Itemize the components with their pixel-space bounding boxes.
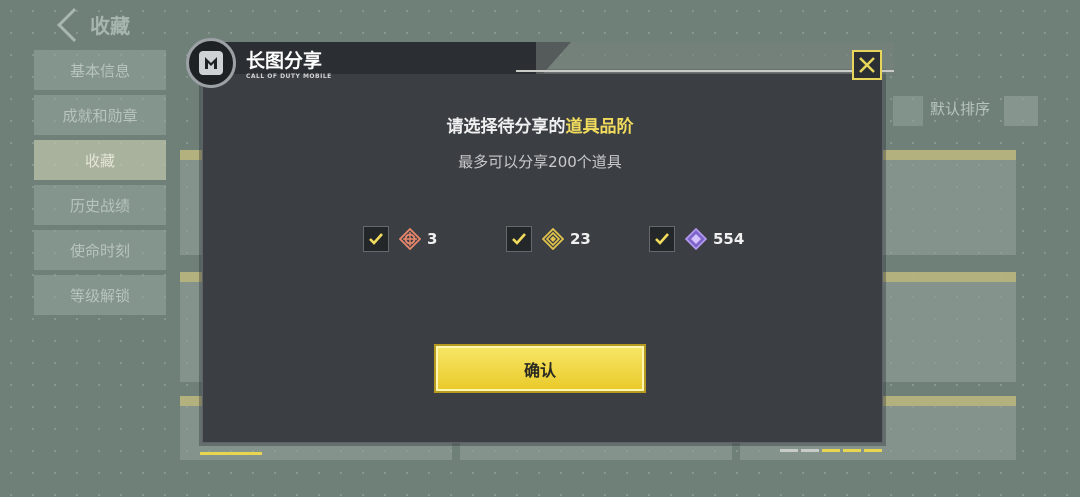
selection-prompt: 请选择待分享的道具品阶 — [0, 112, 1080, 137]
rarity-count: 23 — [570, 230, 591, 248]
rarity-count: 554 — [713, 230, 745, 248]
codm-logo-icon — [186, 38, 236, 88]
sidebar-item-label: 基本信息 — [69, 61, 130, 80]
check-icon — [369, 233, 383, 245]
back-arrow-icon — [57, 7, 91, 42]
checkbox[interactable] — [649, 226, 675, 252]
orange-rarity-icon — [399, 228, 421, 250]
close-icon — [859, 57, 875, 73]
purple-rarity-icon — [685, 228, 707, 250]
sidebar-item-label: 历史战绩 — [69, 196, 130, 215]
dialog-title: 长图分享 — [246, 50, 323, 72]
sidebar-item-level-unlocks[interactable]: 等级解锁 — [34, 275, 166, 315]
prompt-text: 请选择待分享的 — [446, 117, 566, 137]
share-limit-text: 最多可以分享200个道具 — [458, 153, 622, 171]
check-icon — [512, 233, 526, 245]
sidebar-item-label: 使命时刻 — [69, 241, 130, 260]
back-button[interactable]: 收藏 — [54, 7, 130, 42]
page-dots — [780, 449, 882, 452]
checkbox[interactable] — [363, 226, 389, 252]
sidebar-item-label: 等级解锁 — [69, 286, 130, 305]
rarity-option-gold[interactable]: 23 — [506, 226, 591, 252]
gold-rarity-icon — [542, 228, 564, 250]
checkbox[interactable] — [506, 226, 532, 252]
page-title: 收藏 — [90, 14, 130, 38]
prompt-highlight: 道具品阶 — [565, 117, 634, 137]
page-indicator — [200, 452, 262, 455]
check-icon — [655, 233, 669, 245]
sidebar-item-basic-info[interactable]: 基本信息 — [34, 50, 166, 90]
sidebar-item-moments[interactable]: 使命时刻 — [34, 230, 166, 270]
sidebar-item-match-history[interactable]: 历史战绩 — [34, 185, 166, 225]
sidebar: 基本信息 成就和勋章 收藏 历史战绩 使命时刻 等级解锁 — [34, 50, 166, 320]
logo-caption: CALL OF DUTY MOBILE — [246, 73, 332, 80]
close-button[interactable] — [852, 50, 882, 80]
confirm-button[interactable]: 确认 — [436, 346, 644, 391]
rarity-option-orange[interactable]: 3 — [363, 226, 437, 252]
rarity-count: 3 — [427, 230, 438, 248]
rarity-option-purple[interactable]: 554 — [649, 226, 744, 252]
